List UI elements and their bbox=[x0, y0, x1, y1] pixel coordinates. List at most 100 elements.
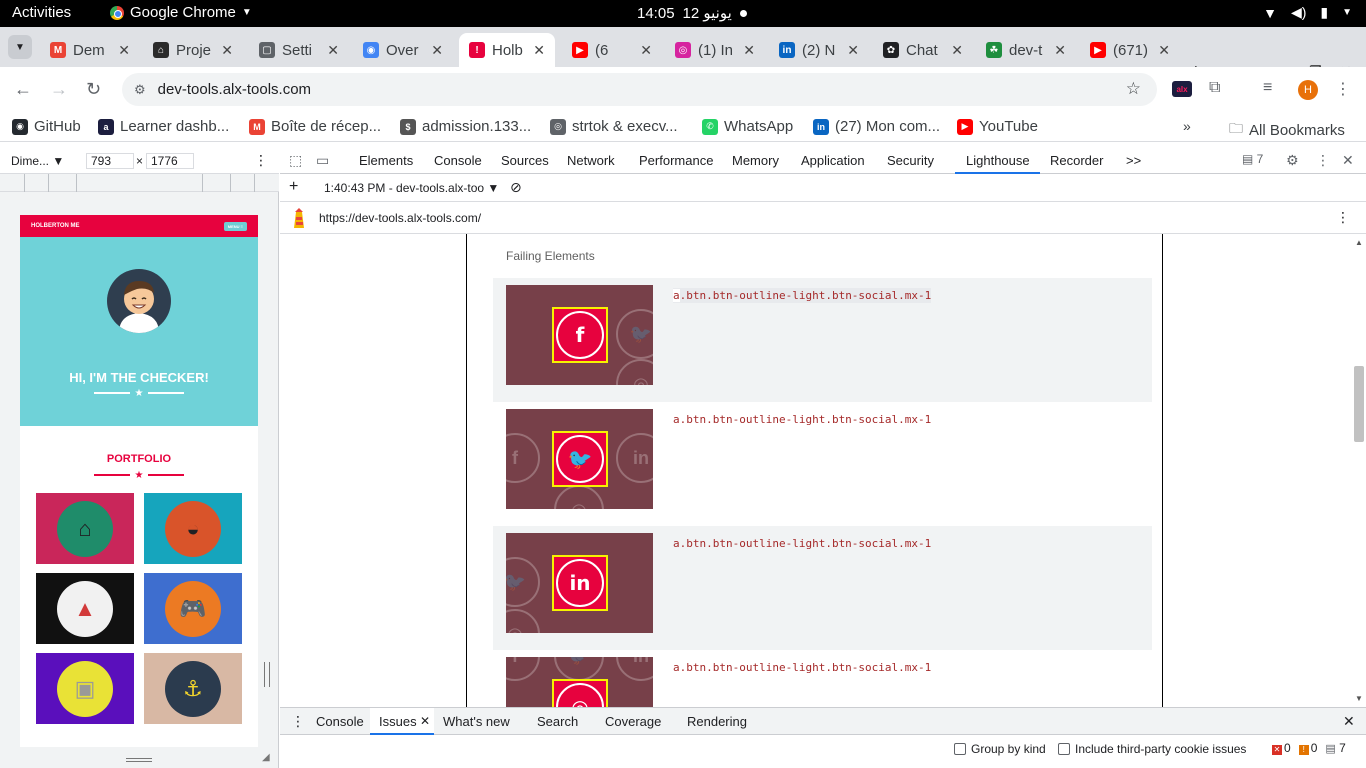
drawer-tab-rendering[interactable]: Rendering bbox=[687, 714, 747, 729]
bookmark-item[interactable]: ◎ strtok & execv... bbox=[550, 118, 678, 135]
devtools-tab-performance[interactable]: Performance bbox=[639, 153, 713, 168]
address-bar[interactable]: ⚙ dev-tools.alx-tools.com ☆ bbox=[122, 73, 1157, 106]
settings-gear-icon[interactable]: ⚙ bbox=[1286, 152, 1299, 169]
new-report-button[interactable]: + bbox=[289, 178, 298, 196]
failing-element-row[interactable]: 🐦 f in ◎ a.btn.btn-outline-light.btn-soc… bbox=[493, 650, 1152, 707]
browser-tab[interactable]: ▶ (6 ✕ bbox=[562, 33, 662, 67]
scrollbar-thumb[interactable] bbox=[1354, 366, 1364, 442]
drawer-tab-search[interactable]: Search bbox=[537, 714, 578, 729]
browser-tab[interactable]: ⌂ Proje ✕ bbox=[143, 33, 243, 67]
device-height-input[interactable] bbox=[146, 153, 194, 169]
bookmark-star-icon[interactable]: ☆ bbox=[1126, 79, 1141, 99]
close-devtools-icon[interactable]: ✕ bbox=[1342, 152, 1354, 169]
more-tabs-button[interactable]: >> bbox=[1126, 153, 1141, 168]
devtools-tab-memory[interactable]: Memory bbox=[732, 153, 779, 168]
bookmark-item[interactable]: $ admission.133... bbox=[400, 118, 531, 135]
close-tab-icon[interactable]: ✕ bbox=[533, 42, 545, 59]
devtools-tab-application[interactable]: Application bbox=[801, 153, 865, 168]
tab-search-button[interactable]: ▼ bbox=[8, 35, 32, 59]
bookmark-item[interactable]: M Boîte de récep... bbox=[249, 118, 381, 135]
failing-element-row[interactable]: f in ◎ 🐦 a.btn.btn-outline-light.btn-soc… bbox=[493, 402, 1152, 526]
bookmark-item[interactable]: ▶ YouTube bbox=[957, 118, 1038, 135]
element-selector[interactable]: a.btn.btn-outline-light.btn-social.mx-1 bbox=[673, 288, 932, 303]
element-screenshot[interactable]: f in ◎ 🐦 bbox=[506, 409, 653, 509]
drawer-tab-what-s-new[interactable]: What's new bbox=[443, 714, 510, 729]
scroll-up-icon[interactable]: ▲ bbox=[1355, 238, 1363, 247]
portfolio-item-cabin[interactable]: ⌂ bbox=[36, 493, 134, 564]
browser-tab[interactable]: ☘ dev-t ✕ bbox=[976, 33, 1076, 67]
element-selector[interactable]: a.btn.btn-outline-light.btn-social.mx-1 bbox=[673, 660, 931, 675]
browser-tab[interactable]: ◎ (1) In ✕ bbox=[665, 33, 765, 67]
browser-tab[interactable]: ! Holb ✕ bbox=[459, 33, 555, 67]
activities-button[interactable]: Activities bbox=[12, 4, 71, 21]
resize-handle-bottom[interactable] bbox=[126, 758, 152, 762]
site-info-icon[interactable]: ⚙ bbox=[134, 82, 146, 98]
devtools-tab-console[interactable]: Console bbox=[434, 153, 482, 168]
element-selector[interactable]: a.btn.btn-outline-light.btn-social.mx-1 bbox=[673, 412, 931, 427]
close-drawer-icon[interactable]: ✕ bbox=[1343, 713, 1355, 730]
portfolio-item-safe[interactable]: ▣ bbox=[36, 653, 134, 724]
reload-button[interactable]: ↻ bbox=[86, 79, 101, 100]
element-selector[interactable]: a.btn.btn-outline-light.btn-social.mx-1 bbox=[673, 536, 931, 551]
all-bookmarks-button[interactable]: 🗀 All Bookmarks bbox=[1229, 118, 1345, 142]
devtools-tab-recorder[interactable]: Recorder bbox=[1050, 153, 1103, 168]
browser-tab[interactable]: ◉ Over ✕ bbox=[353, 33, 453, 67]
close-tab-icon[interactable]: ✕ bbox=[1158, 42, 1170, 59]
extensions-puzzle-icon[interactable]: ⧉ bbox=[1209, 79, 1220, 97]
bookmark-item[interactable]: ✆ WhatsApp bbox=[702, 118, 793, 135]
chrome-menu-icon[interactable]: ⋮ bbox=[1335, 79, 1351, 99]
devtools-tab-lighthouse[interactable]: Lighthouse bbox=[966, 153, 1030, 168]
element-screenshot[interactable]: 🐦 ◎ f bbox=[506, 285, 653, 385]
portfolio-item-game[interactable]: 🎮 bbox=[144, 573, 242, 644]
close-tab-icon[interactable]: ✕ bbox=[743, 42, 755, 59]
page-menu-button[interactable]: MENU ≡ bbox=[223, 221, 247, 231]
drawer-tab-issues[interactable]: Issues bbox=[379, 714, 417, 729]
close-tab-icon[interactable]: ✕ bbox=[327, 42, 339, 59]
resize-corner-icon[interactable]: ◢ bbox=[262, 752, 270, 763]
report-menu-icon[interactable]: ⋮ bbox=[1336, 209, 1350, 226]
close-issues-tab-icon[interactable]: ✕ bbox=[420, 714, 430, 728]
back-button[interactable]: ← bbox=[14, 79, 32, 100]
browser-tab[interactable]: ✿ Chat ✕ bbox=[873, 33, 973, 67]
media-controls-icon[interactable]: ≡ bbox=[1263, 79, 1272, 97]
checkbox-box[interactable] bbox=[1058, 743, 1070, 755]
alx-extension-icon[interactable]: alx bbox=[1172, 81, 1192, 97]
drawer-tab-coverage[interactable]: Coverage bbox=[605, 714, 661, 729]
emulated-page[interactable]: HOLBERTON ME MENU ≡ HI, I'M THE CHECKER!… bbox=[20, 215, 258, 747]
third-party-checkbox[interactable]: Include third-party cookie issues bbox=[1058, 742, 1246, 756]
close-tab-icon[interactable]: ✕ bbox=[847, 42, 859, 59]
bookmark-item[interactable]: a Learner dashb... bbox=[98, 118, 229, 135]
resize-handle-right[interactable] bbox=[264, 662, 270, 687]
devtools-tab-security[interactable]: Security bbox=[887, 153, 934, 168]
issue-counts[interactable]: ✕ 0 ! 0 ▤ 7 bbox=[1272, 741, 1346, 755]
report-url[interactable]: https://dev-tools.alx-tools.com/ bbox=[319, 211, 481, 225]
device-width-input[interactable] bbox=[86, 153, 134, 169]
issues-counter[interactable]: ▤ 7 bbox=[1242, 152, 1263, 166]
devtools-tab-network[interactable]: Network bbox=[567, 153, 615, 168]
devtools-menu-icon[interactable]: ⋮ bbox=[1316, 152, 1330, 169]
scroll-down-icon[interactable]: ▼ bbox=[1355, 694, 1363, 703]
element-screenshot[interactable]: 🐦 ◎ in bbox=[506, 533, 653, 633]
device-preset-select[interactable]: Dime... ▼ bbox=[11, 154, 64, 168]
portfolio-item-cake[interactable]: ◒ bbox=[144, 493, 242, 564]
browser-tab[interactable]: M Dem ✕ bbox=[40, 33, 140, 67]
page-brand[interactable]: HOLBERTON ME bbox=[31, 223, 80, 229]
system-tray[interactable]: ▼ ◀) ▮ ▼ bbox=[1263, 4, 1352, 21]
app-menu[interactable]: Google Chrome ▼ bbox=[110, 4, 252, 21]
clear-reports-icon[interactable]: ⊘ bbox=[510, 179, 522, 196]
drawer-tab-console[interactable]: Console bbox=[316, 714, 364, 729]
browser-tab[interactable]: ▶ (671) ✕ bbox=[1080, 33, 1180, 67]
bookmark-item[interactable]: ◉ GitHub bbox=[12, 118, 81, 135]
browser-tab[interactable]: in (2) N ✕ bbox=[769, 33, 869, 67]
close-tab-icon[interactable]: ✕ bbox=[221, 42, 233, 59]
checkbox-box[interactable] bbox=[954, 743, 966, 755]
element-screenshot[interactable]: 🐦 f in ◎ bbox=[506, 657, 653, 707]
forward-button[interactable]: → bbox=[50, 79, 68, 100]
portfolio-item-circus[interactable]: ▲ bbox=[36, 573, 134, 644]
drawer-menu-icon[interactable]: ⋮ bbox=[291, 713, 305, 730]
close-tab-icon[interactable]: ✕ bbox=[431, 42, 443, 59]
devtools-tab-sources[interactable]: Sources bbox=[501, 153, 549, 168]
clock[interactable]: 14:05 12 يونيو bbox=[637, 4, 747, 22]
failing-element-row[interactable]: 🐦 ◎ f a.btn.btn-outline-light.btn-social… bbox=[493, 278, 1152, 402]
failing-element-row[interactable]: 🐦 ◎ in a.btn.btn-outline-light.btn-socia… bbox=[493, 526, 1152, 650]
